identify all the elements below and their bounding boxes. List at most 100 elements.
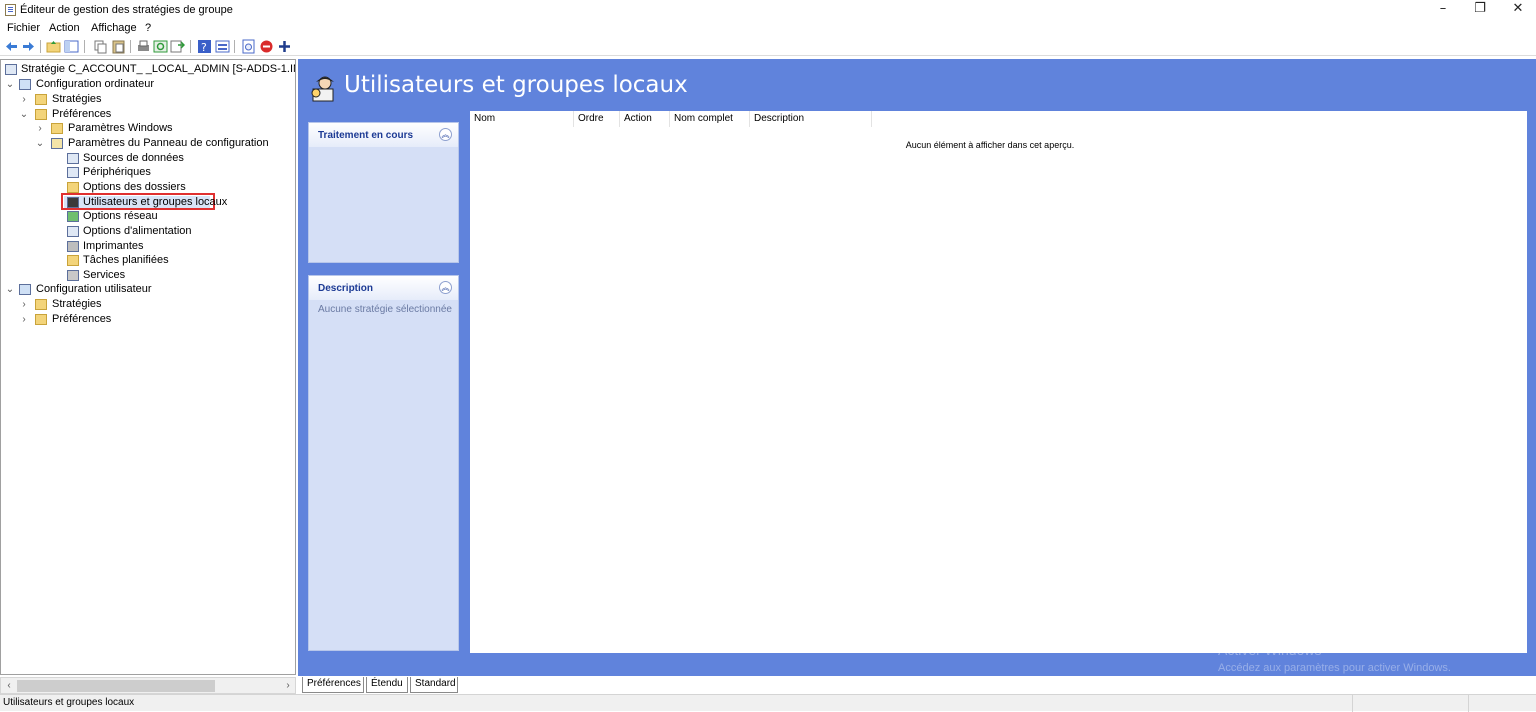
tree-root[interactable]: Stratégie C_ACCOUNT_ _LOCAL_ADMIN [S-ADD… bbox=[5, 62, 295, 77]
tree-item-services[interactable]: Services bbox=[67, 268, 267, 283]
tree-item-strategies[interactable]: › Stratégies bbox=[19, 92, 289, 107]
expanded-chevron-icon[interactable]: ⌄ bbox=[5, 77, 15, 92]
tree-item-network-options[interactable]: Options réseau bbox=[67, 209, 267, 224]
show-tree-icon[interactable] bbox=[64, 39, 79, 54]
expanded-chevron-icon[interactable]: ⌄ bbox=[35, 136, 45, 151]
tree-item-preferences[interactable]: ⌄ Préférences bbox=[19, 107, 289, 122]
tree-item-control-panel-params[interactable]: ⌄ Paramètres du Panneau de configuration bbox=[35, 136, 290, 151]
back-icon[interactable] bbox=[4, 39, 19, 54]
tree-item-user-preferences[interactable]: › Préférences bbox=[19, 312, 289, 327]
menu-fichier[interactable]: Fichier bbox=[7, 22, 40, 34]
toolbar-separator bbox=[130, 40, 131, 53]
services-icon bbox=[67, 270, 79, 281]
processing-panel: Traitement en cours ︽ bbox=[308, 122, 459, 263]
collapsed-chevron-icon[interactable]: › bbox=[19, 297, 29, 312]
add-icon[interactable] bbox=[277, 39, 292, 54]
description-panel-body: Aucune stratégie sélectionnée bbox=[318, 304, 452, 315]
menu-action[interactable]: Action bbox=[49, 22, 80, 34]
toolbar-separator bbox=[190, 40, 191, 53]
expanded-chevron-icon[interactable]: ⌄ bbox=[19, 107, 29, 122]
tree-item-label: Imprimantes bbox=[83, 240, 144, 252]
print-icon[interactable] bbox=[136, 39, 151, 54]
tree-item-label: Stratégies bbox=[52, 298, 102, 310]
menu-help[interactable]: ? bbox=[145, 22, 151, 34]
tree-item-label: Options d'alimentation bbox=[83, 225, 192, 237]
tree-item-data-sources[interactable]: Sources de données bbox=[67, 151, 267, 166]
expanded-chevron-icon[interactable]: ⌄ bbox=[5, 282, 15, 297]
view-icon[interactable] bbox=[215, 39, 230, 54]
tree-item-scheduled-tasks[interactable]: Tâches planifiées bbox=[67, 253, 267, 268]
tree-item-label: Configuration utilisateur bbox=[36, 283, 152, 295]
printer-icon bbox=[67, 241, 79, 252]
collapsed-chevron-icon[interactable]: › bbox=[19, 92, 29, 107]
collapsed-chevron-icon[interactable]: › bbox=[19, 312, 29, 327]
tree-item-folder-options[interactable]: Options des dossiers bbox=[67, 180, 267, 195]
items-list[interactable]: Nom Ordre Action Nom complet Description… bbox=[470, 111, 1527, 653]
collapsed-chevron-icon[interactable]: › bbox=[35, 121, 45, 136]
tree-item-label: Sources de données bbox=[83, 152, 184, 164]
column-header-nom-complet[interactable]: Nom complet bbox=[670, 111, 750, 127]
folder-options-icon bbox=[67, 182, 79, 193]
tree-item-label: Utilisateurs et groupes locaux bbox=[83, 196, 228, 208]
empty-list-message: Aucun élément à afficher dans cet aperçu… bbox=[905, 140, 1075, 150]
tree-item-label: Options réseau bbox=[83, 210, 158, 222]
properties-icon[interactable] bbox=[241, 39, 256, 54]
description-panel-title: Description bbox=[318, 283, 374, 294]
toolbar: ? bbox=[0, 37, 1536, 56]
column-header-description[interactable]: Description bbox=[750, 111, 872, 127]
scroll-right-arrow-icon[interactable]: › bbox=[281, 679, 295, 693]
tab-etendu[interactable]: Étendu bbox=[366, 677, 408, 693]
collapse-icon[interactable]: ︽ bbox=[439, 128, 452, 141]
tree-item-computer-config[interactable]: ⌄ Configuration ordinateur bbox=[5, 77, 295, 92]
tree-item-label: Options des dossiers bbox=[83, 181, 186, 193]
tree-item-label: Tâches planifiées bbox=[83, 254, 169, 266]
up-folder-icon[interactable] bbox=[46, 39, 61, 54]
folder-icon bbox=[35, 299, 47, 310]
processing-panel-title: Traitement en cours bbox=[318, 130, 414, 141]
users-groups-icon bbox=[67, 197, 79, 208]
scroll-left-arrow-icon[interactable]: ‹ bbox=[2, 679, 16, 693]
gpo-editor-icon bbox=[5, 4, 16, 16]
description-panel-header: Description ︽ bbox=[309, 276, 458, 300]
close-button[interactable]: ✕ bbox=[1495, 0, 1536, 20]
tree-item-label: Stratégies bbox=[52, 93, 102, 105]
tree-item-printers[interactable]: Imprimantes bbox=[67, 239, 267, 254]
scroll-thumb[interactable] bbox=[17, 680, 215, 692]
status-bar: Utilisateurs et groupes locaux bbox=[0, 694, 1536, 712]
tree-item-devices[interactable]: Périphériques bbox=[67, 165, 267, 180]
folder-icon bbox=[35, 109, 47, 120]
tree-item-windows-params[interactable]: › Paramètres Windows bbox=[35, 121, 285, 136]
tree-item-label: Configuration ordinateur bbox=[36, 78, 155, 90]
export-icon[interactable] bbox=[170, 39, 185, 54]
help-icon[interactable]: ? bbox=[197, 39, 212, 54]
title-bar: Éditeur de gestion des stratégies de gro… bbox=[0, 0, 1536, 20]
menu-affichage[interactable]: Affichage bbox=[91, 22, 137, 34]
scheduled-tasks-icon bbox=[67, 255, 79, 266]
console-tree: Stratégie C_ACCOUNT_ _LOCAL_ADMIN [S-ADD… bbox=[0, 59, 296, 675]
forward-icon[interactable] bbox=[21, 39, 36, 54]
refresh-icon[interactable] bbox=[153, 39, 168, 54]
tree-item-user-config[interactable]: ⌄ Configuration utilisateur bbox=[5, 282, 295, 297]
column-header-nom[interactable]: Nom bbox=[470, 111, 574, 127]
description-panel: Description ︽ Aucune stratégie sélection… bbox=[308, 275, 459, 651]
paste-icon[interactable] bbox=[111, 39, 126, 54]
tree-item-user-strategies[interactable]: › Stratégies bbox=[19, 297, 289, 312]
tab-standard[interactable]: Standard bbox=[410, 677, 458, 693]
column-header-action[interactable]: Action bbox=[620, 111, 670, 127]
computer-icon bbox=[19, 79, 31, 90]
tree-item-power-options[interactable]: Options d'alimentation bbox=[67, 224, 267, 239]
tab-preferences[interactable]: Préférences bbox=[302, 677, 364, 693]
stop-icon[interactable] bbox=[259, 39, 274, 54]
copy-icon[interactable] bbox=[93, 39, 108, 54]
policy-icon bbox=[5, 64, 17, 75]
collapse-icon[interactable]: ︽ bbox=[439, 281, 452, 294]
tree-item-local-users-groups[interactable]: Utilisateurs et groupes locaux bbox=[67, 195, 267, 210]
control-panel-icon bbox=[51, 138, 63, 149]
activate-windows-title: Activer Windows bbox=[1218, 642, 1322, 658]
preferences-content-pane: Utilisateurs et groupes locaux Traitemen… bbox=[298, 59, 1536, 676]
column-header-ordre[interactable]: Ordre bbox=[574, 111, 620, 127]
network-icon bbox=[67, 211, 79, 222]
user-config-icon bbox=[19, 284, 31, 295]
tree-horizontal-scrollbar[interactable]: ‹ › bbox=[0, 677, 296, 694]
svg-text:?: ? bbox=[201, 41, 207, 54]
